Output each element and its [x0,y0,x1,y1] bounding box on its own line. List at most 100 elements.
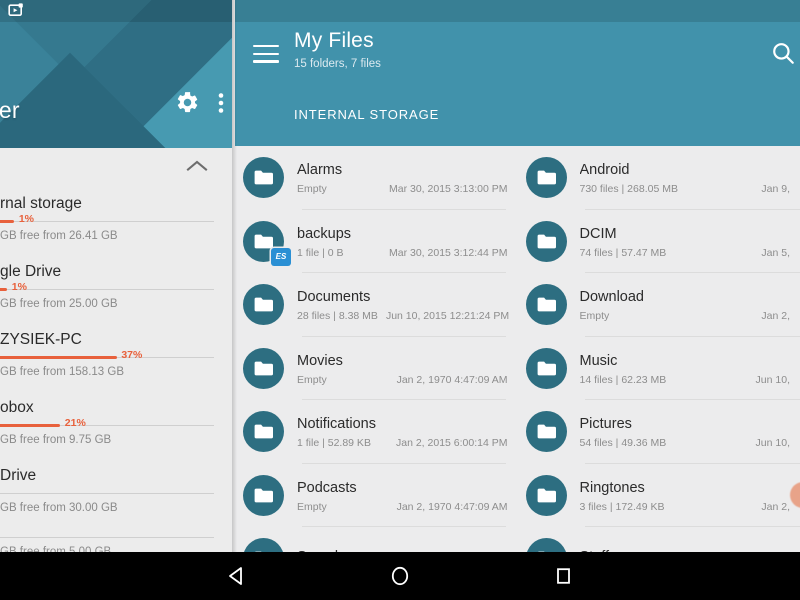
storage-item[interactable]: gle Drive 1% GB free from 25.00 GB [0,256,232,324]
status-bar-overlay [0,0,232,22]
file-item-date: Jan 2, [761,310,790,323]
storage-percent-label: 21% [64,417,86,429]
main-content: My Files 15 folders, 7 files INTERNAL ST… [235,0,800,552]
chevron-up-icon [186,160,208,171]
storage-item[interactable]: obox 21% GB free from 9.75 GB [0,392,232,460]
folder-icon-circle [243,347,284,389]
file-list-item[interactable]: Documents 28 files | 8.38 MB Jun 10, 2015 … [235,273,518,337]
folder-icon [537,488,556,503]
storage-item[interactable]: ZYSIEK-PC 37% GB free from 158.13 GB [0,324,232,392]
file-list-item[interactable]: Pictures 54 files | 49.36 MB Jun 10, [518,400,800,464]
drawer-collapse-toggle[interactable] [0,148,232,188]
file-item-name: DCIM [579,225,617,242]
drawer-edge-shadow [232,0,237,552]
file-item-meta: Pictures 54 files | 49.36 MB Jun 10, [580,414,800,449]
file-item-details: 54 files | 49.36 MB Jun 10, [580,437,791,449]
folder-icon-circle [525,347,567,389]
file-list-item[interactable]: ES backups 1 file | 0 B Mar 30, 2015 3:12:4… [235,210,518,274]
file-column-left: Alarms Empty Mar 30, 2015 3:13:00 PM ES back… [235,146,518,552]
folder-icon-circle [525,411,567,453]
file-item-details: Empty Jan 2, 1970 4:47:09 AM [297,374,508,386]
file-list-item[interactable]: Podcasts Empty Jan 2, 1970 4:47:09 AM [235,464,518,528]
gear-icon[interactable] [175,90,200,120]
hamburger-menu-icon[interactable] [253,45,279,63]
file-item-date: Jun 10, 2015 12:21:24 PM [385,310,510,323]
folder-icon [537,297,556,312]
storage-usage-bar: 1% [0,213,214,226]
storage-item[interactable]: rnal storage 1% GB free from 26.41 GB [0,188,232,256]
file-list-item[interactable]: Notifications 1 file | 52.89 KB Jan 2, 201… [235,400,518,464]
storage-bar-fill [0,424,61,427]
file-item-name: Ringtones [579,479,645,496]
storage-free-label: GB free from 25.00 GB [0,298,118,310]
file-column-right: Android 730 files | 268.05 MB Jan 9, DCIM 74… [518,146,800,552]
file-item-name: Music [579,352,618,369]
file-item-meta: Android 730 files | 268.05 MB Jan 9, [580,160,800,195]
file-item-name: Movies [297,352,343,369]
file-list-item[interactable]: DCIM 74 files | 57.47 MB Jan 5, [518,210,800,274]
storage-usage-bar: 1% [0,281,214,294]
storage-item-name: obox [0,399,34,416]
page-subtitle: 15 folders, 7 files [294,58,381,70]
file-item-details: 1 file | 52.89 KB Jan 2, 2015 6:00:14 PM [297,437,508,449]
file-list-item[interactable]: Ringtones 3 files | 172.49 KB Jan 2, [518,464,800,528]
android-navigation-bar [0,552,800,600]
app-bar: My Files 15 folders, 7 files INTERNAL ST… [235,0,800,146]
file-item-name: Podcasts [297,479,357,496]
folder-icon-circle [525,538,567,552]
file-item-size-info: 28 files | 8.38 MB [297,310,378,323]
folder-icon-circle [243,157,284,199]
file-list-item[interactable]: Saved [235,527,518,552]
file-item-date: Jan 2, [761,500,790,513]
file-list-item[interactable]: Android 730 files | 268.05 MB Jan 9, [518,146,800,210]
file-item-meta: Movies Empty Jan 2, 1970 4:47:09 AM [297,351,518,386]
storage-item[interactable]: GB free from 5.00 GB [0,528,232,552]
storage-item-name: gle Drive [0,263,62,280]
file-item-details: Empty Jan 2, 1970 4:47:09 AM [297,501,508,513]
file-item-meta: Notifications 1 file | 52.89 KB Jan 2, 201… [297,414,518,449]
tab-internal-storage[interactable]: INTERNAL STORAGE [294,107,439,122]
more-vertical-icon[interactable] [218,91,224,120]
recents-square-icon[interactable] [547,559,581,593]
storage-bar-fill [0,220,15,223]
file-list-item[interactable]: Download Empty Jan 2, [518,273,800,337]
folder-icon [254,297,273,312]
file-item-name: Download [579,289,645,306]
navigation-drawer: xplorer r [0,0,232,552]
file-item-date: Mar 30, 2015 3:12:44 PM [389,246,508,259]
file-item-size-info: 1 file | 52.89 KB [297,437,371,450]
file-item-meta: Alarms Empty Mar 30, 2015 3:13:00 PM [297,160,518,195]
file-item-meta: Podcasts Empty Jan 2, 1970 4:47:09 AM [297,478,518,513]
es-app-badge-icon: ES [271,247,291,266]
back-triangle-icon[interactable] [219,559,253,593]
storage-item[interactable]: Drive GB free from 30.00 GB [0,460,232,528]
file-item-name: Notifications [297,416,376,433]
folder-icon-circle [525,157,567,199]
file-list-item[interactable]: Stuff [518,527,800,552]
file-item-size-info: Empty [297,500,327,513]
storage-usage-bar: 21% [0,417,214,430]
file-list-item[interactable]: Movies Empty Jan 2, 1970 4:47:09 AM [235,337,518,401]
file-item-meta: Ringtones 3 files | 172.49 KB Jan 2, [580,478,800,513]
file-grid: Alarms Empty Mar 30, 2015 3:13:00 PM ES back… [235,146,800,552]
storage-bar-track [0,289,214,290]
folder-icon-circle: ES [243,220,291,266]
file-item-name: Documents [297,289,371,306]
file-item-meta: DCIM 74 files | 57.47 MB Jan 5, [580,224,800,259]
storage-usage-bar [0,533,214,542]
file-list-item[interactable]: Alarms Empty Mar 30, 2015 3:13:00 PM [235,146,518,210]
file-item-date: Jan 2, 1970 4:47:09 AM [396,373,508,386]
file-item-name: backups [297,225,352,242]
file-item-size-info: Empty [297,183,327,196]
file-list-area[interactable]: Alarms Empty Mar 30, 2015 3:13:00 PM ES back… [235,146,800,552]
folder-icon-circle [525,220,567,262]
home-circle-icon[interactable] [383,559,417,593]
title-block: My Files 15 folders, 7 files [294,28,381,73]
file-item-details: 1 file | 0 B Mar 30, 2015 3:12:44 PM [297,247,508,259]
file-item-details: 14 files | 62.23 MB Jun 10, [580,374,791,386]
file-list-item[interactable]: Music 14 files | 62.23 MB Jun 10, [518,337,800,401]
search-icon[interactable] [770,40,800,74]
file-item-date: Jan 9, [761,183,790,196]
file-item-details: Empty Mar 30, 2015 3:13:00 PM [297,183,508,195]
folder-icon-circle [243,284,284,326]
